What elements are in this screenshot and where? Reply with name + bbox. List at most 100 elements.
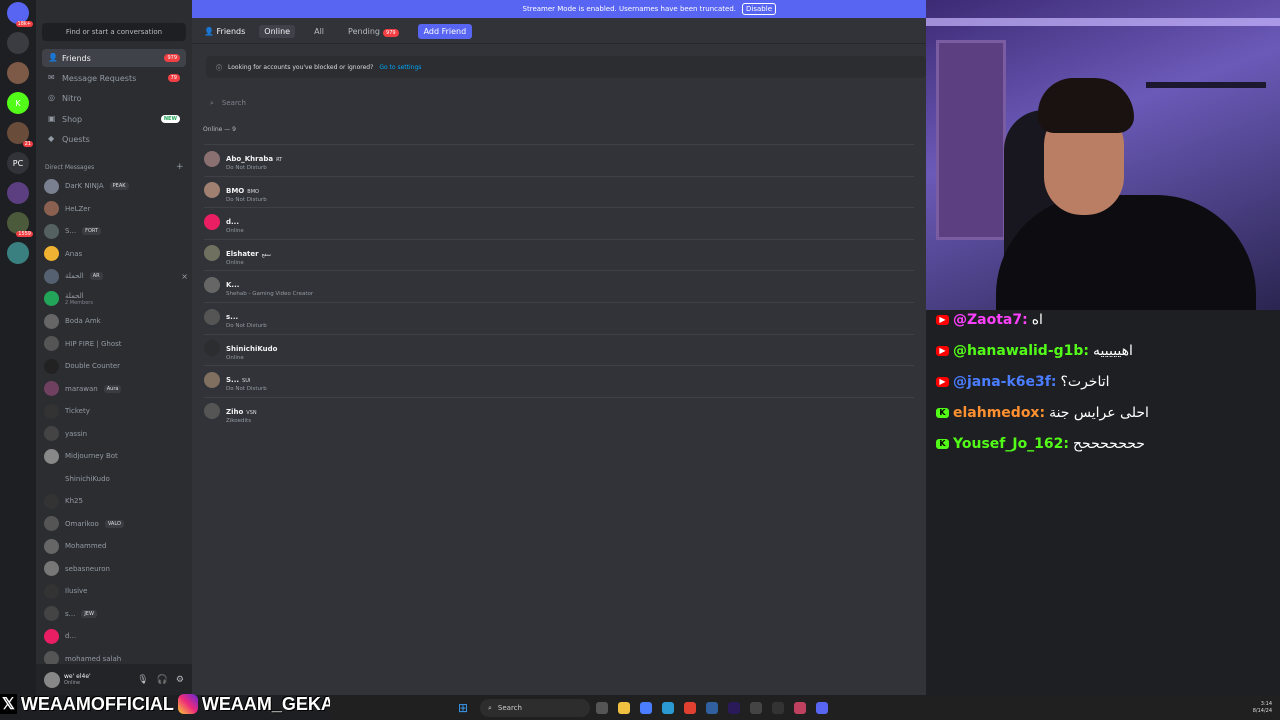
friend-row[interactable]: K... Shehab - Gaming Video Creator xyxy=(204,270,914,298)
dm-item[interactable]: yassin xyxy=(44,424,188,444)
close-dm-icon[interactable]: × xyxy=(181,272,188,281)
chat-text: احلى عرايس جنة xyxy=(1049,405,1149,421)
premiere-icon[interactable] xyxy=(728,702,740,714)
dm-item[interactable]: s... JEW xyxy=(44,604,188,624)
chat-username: @hanawalid-g1b: xyxy=(953,343,1090,359)
friends-main-panel: Streamer Mode is enabled. Usernames have… xyxy=(192,0,926,695)
dm-item[interactable]: Anas xyxy=(44,244,188,264)
blocked-accounts-notice: ⓘ Looking for accounts you've blocked or… xyxy=(206,56,926,78)
microphone-icon[interactable]: 🎙 xyxy=(137,675,148,685)
dm-text: marawan xyxy=(65,385,98,393)
friend-row[interactable]: Abo_Khraba RT Do Not Disturb xyxy=(204,144,914,172)
dm-item[interactable]: Boda Amk xyxy=(44,311,188,331)
dm-text: Kh25 xyxy=(65,497,83,505)
app-icon[interactable] xyxy=(794,702,806,714)
chrome-icon[interactable] xyxy=(684,702,696,714)
server-icon[interactable] xyxy=(7,62,29,84)
avatar xyxy=(44,628,59,644)
friend-row[interactable]: ShinichiKudo Online xyxy=(204,333,914,362)
add-friend-button[interactable]: Add Friend xyxy=(417,24,473,39)
edge-icon[interactable] xyxy=(662,702,674,714)
user-status: Online xyxy=(64,680,81,686)
dm-item[interactable]: HIP FIRE | Ghost xyxy=(44,334,188,354)
chat-message: ▶ @hanawalid-g1b: اهيييييه xyxy=(936,343,1133,359)
friend-row[interactable]: S... SUI Do Not Disturb xyxy=(204,365,914,393)
clan-tag: VALO xyxy=(104,519,124,528)
dm-item[interactable]: HeLZer xyxy=(44,199,188,219)
app-icon[interactable] xyxy=(640,702,652,714)
dm-item[interactable]: ShinichiKudo xyxy=(44,469,188,489)
server-icon[interactable]: PC xyxy=(7,152,29,174)
headphones-icon[interactable]: 🎧 xyxy=(157,675,168,685)
disable-streamer-mode-button[interactable]: Disable xyxy=(742,3,776,15)
nav-nitro[interactable]: ◎ Nitro xyxy=(42,89,186,107)
tab-pending[interactable]: Pending 979 xyxy=(343,25,404,38)
dm-item[interactable]: d... xyxy=(44,626,188,646)
dm-name: sebasneuron xyxy=(65,564,110,573)
social-handles-overlay: 𝕏 WEAAMOFFICIAL WEAAM_GEKA xyxy=(0,692,334,716)
server-badge: 21 xyxy=(22,141,33,147)
nav-quests[interactable]: ◆ Quests xyxy=(42,130,186,148)
app-icon[interactable] xyxy=(772,702,784,714)
avatar xyxy=(44,223,59,239)
server-icon[interactable]: 18k+ xyxy=(7,2,33,27)
mail-icon: ✉ xyxy=(48,73,55,82)
friend-name-line: K... xyxy=(226,272,239,291)
dm-item[interactable]: Mohammed xyxy=(44,536,188,556)
windows-start-icon[interactable]: ⊞ xyxy=(458,701,468,715)
tab-online[interactable]: Online xyxy=(259,25,296,38)
app-icon[interactable] xyxy=(750,702,762,714)
friend-row[interactable]: BMO BMO Do Not Disturb xyxy=(204,175,914,204)
go-to-settings-link[interactable]: Go to settings xyxy=(379,64,421,71)
streamer-mode-banner: Streamer Mode is enabled. Usernames have… xyxy=(192,0,926,18)
dm-item[interactable]: Tickety xyxy=(44,401,188,421)
friend-name-line: Ziho VSN xyxy=(226,399,257,418)
conversation-search-input[interactable]: Find or start a conversation xyxy=(42,23,186,41)
app-icon[interactable] xyxy=(596,702,608,714)
dm-text: Mohammed xyxy=(65,542,106,550)
dm-item[interactable]: Kh25 xyxy=(44,491,188,511)
friend-row[interactable]: Ziho VSN Zikoedits xyxy=(204,396,914,425)
dm-name: Mohammed xyxy=(65,542,107,550)
user-avatar[interactable] xyxy=(44,671,60,688)
instagram-handle: WEAAM_GEKA xyxy=(201,693,334,714)
server-icon[interactable] xyxy=(7,242,29,264)
dm-item[interactable]: Ilusive xyxy=(44,581,188,601)
create-dm-icon[interactable]: + xyxy=(176,162,184,172)
system-tray-clock[interactable]: 3:14 8/14/24 xyxy=(1253,701,1272,715)
friend-search-placeholder: Search xyxy=(221,99,246,107)
dm-item[interactable]: الحملة 2 Members xyxy=(44,289,188,309)
friend-row[interactable]: d... Online xyxy=(204,207,914,235)
nav-friends[interactable]: 👤 Friends 979 xyxy=(42,49,186,67)
server-icon[interactable]: 21 xyxy=(7,122,33,147)
clan-tag: PEAK xyxy=(109,182,129,190)
discord-icon[interactable] xyxy=(816,702,828,714)
folder-icon[interactable] xyxy=(618,702,630,714)
friend-row[interactable]: Elshater سقع Online xyxy=(204,238,914,267)
streamer-mode-text: Streamer Mode is enabled. Usernames have… xyxy=(522,5,737,13)
app-icon[interactable] xyxy=(706,702,718,714)
tab-all[interactable]: All xyxy=(309,25,329,38)
dm-item[interactable]: الحملة AR × xyxy=(44,266,188,286)
nav-message-requests[interactable]: ✉ Message Requests 79 xyxy=(42,69,186,87)
friend-search-input[interactable]: ⌕ Search xyxy=(206,94,926,112)
server-icon[interactable] xyxy=(7,32,29,54)
dm-item[interactable]: sebasneuron xyxy=(44,559,188,579)
server-icon[interactable]: K xyxy=(7,92,29,114)
server-icon[interactable]: 1559 xyxy=(7,212,33,237)
dm-item[interactable]: DarK NINJA PEAK xyxy=(44,176,188,196)
clan-tag: SUI xyxy=(242,378,251,385)
settings-gear-icon[interactable]: ⚙ xyxy=(176,675,184,685)
dm-item[interactable]: Omarikoo VALO xyxy=(44,514,188,534)
pending-count-badge: 979 xyxy=(383,29,399,37)
friend-row[interactable]: s... Do Not Disturb xyxy=(204,302,914,330)
dm-item[interactable]: Double Counter xyxy=(44,356,188,376)
dm-item[interactable]: S... FORT xyxy=(44,221,188,241)
nav-shop[interactable]: ▣ Shop NEW xyxy=(42,110,186,128)
dm-item[interactable]: Midjourney Bot xyxy=(44,446,188,466)
dm-name: HIP FIRE | Ghost xyxy=(65,339,122,348)
taskbar-search[interactable]: ⌕ Search xyxy=(480,699,590,717)
server-icon[interactable] xyxy=(7,182,29,204)
dm-item[interactable]: marawan Aura xyxy=(44,379,188,399)
friends-tab-bar: 👤 Friends Online All Pending 979 Add Frie… xyxy=(192,20,926,44)
